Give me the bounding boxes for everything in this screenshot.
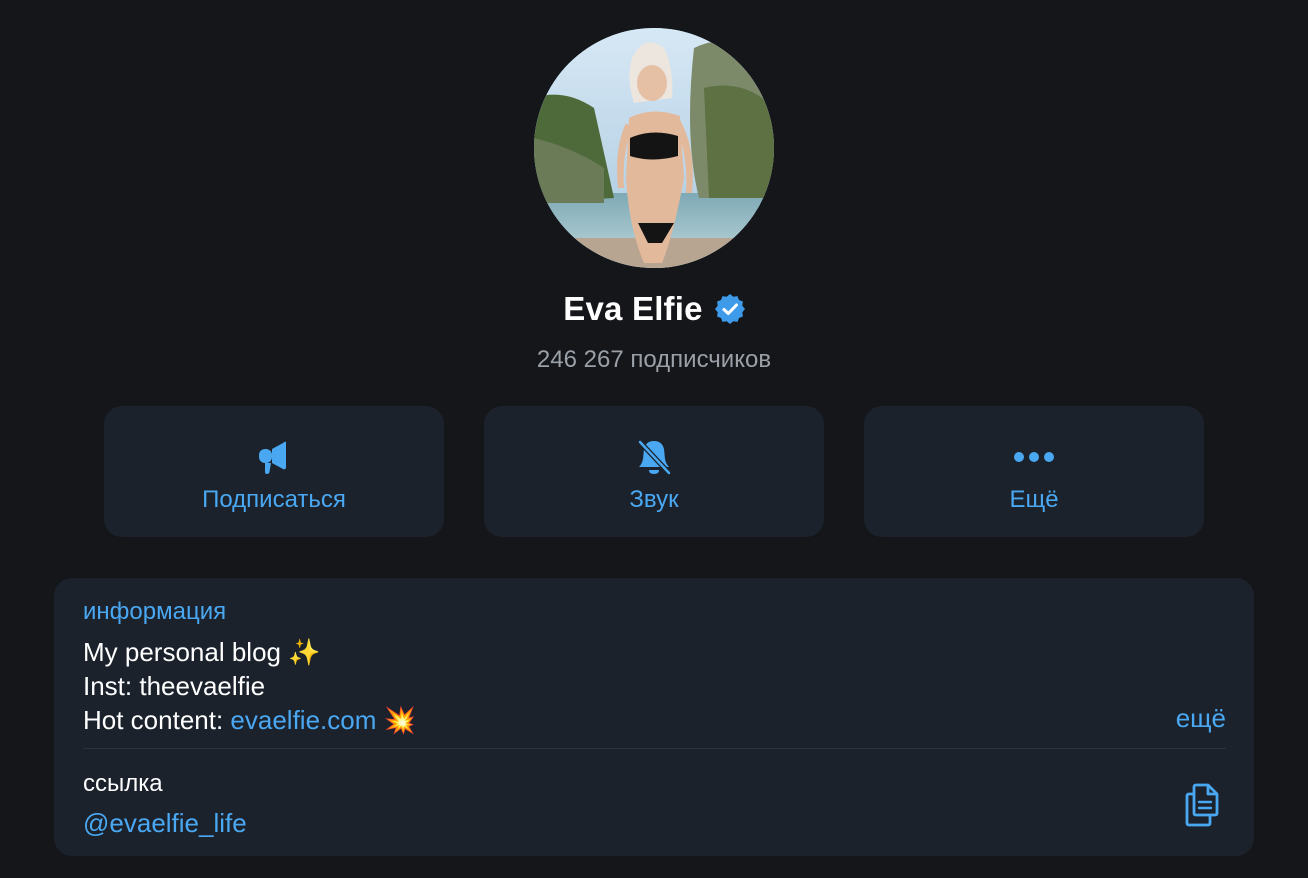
website-link[interactable]: evaelfie.com [230, 705, 376, 735]
verified-badge-icon [714, 294, 745, 324]
avatar-image [534, 28, 774, 268]
description-text: My personal blog [83, 637, 289, 667]
link-label: ссылка [83, 770, 163, 797]
divider [83, 748, 1226, 749]
description-text: Inst: theevaelfie [83, 671, 266, 701]
info-card: информация My personal blog ✨ Inst: thee… [54, 578, 1254, 856]
megaphone-icon [255, 436, 293, 478]
more-button[interactable]: Ещё [864, 406, 1204, 537]
channel-avatar[interactable] [534, 28, 774, 268]
collision-emoji: 💥 [383, 705, 416, 735]
channel-name: Eva Elfie [563, 290, 703, 327]
description-text: Hot content: [83, 705, 231, 735]
description-line: Hot content: evaelfie.com 💥 [83, 703, 416, 737]
sound-button[interactable]: Звук [484, 406, 824, 537]
subscriber-count: 246 267 подписчиков [536, 346, 772, 373]
sound-label: Звук [629, 486, 679, 513]
copy-icon[interactable] [1182, 782, 1224, 828]
sparkles-emoji: ✨ [288, 637, 321, 667]
more-dots-icon [1012, 436, 1056, 478]
channel-profile: Eva Elfie 246 267 подписчиков Подписатьс… [0, 0, 1308, 878]
description-line: My personal blog ✨ [83, 635, 416, 669]
bell-muted-icon [634, 436, 674, 478]
channel-description: My personal blog ✨ Inst: theevaelfie Hot… [83, 635, 416, 737]
show-more-link[interactable]: ещё [1176, 703, 1226, 734]
subscribe-button[interactable]: Подписаться [104, 406, 444, 537]
info-title: информация [83, 598, 227, 625]
description-line: Inst: theevaelfie [83, 669, 416, 703]
channel-username-link[interactable]: @evaelfie_life [83, 808, 247, 839]
more-label: Ещё [1009, 486, 1059, 513]
channel-name-row: Eva Elfie [0, 290, 1308, 328]
subscribe-label: Подписаться [202, 486, 346, 513]
